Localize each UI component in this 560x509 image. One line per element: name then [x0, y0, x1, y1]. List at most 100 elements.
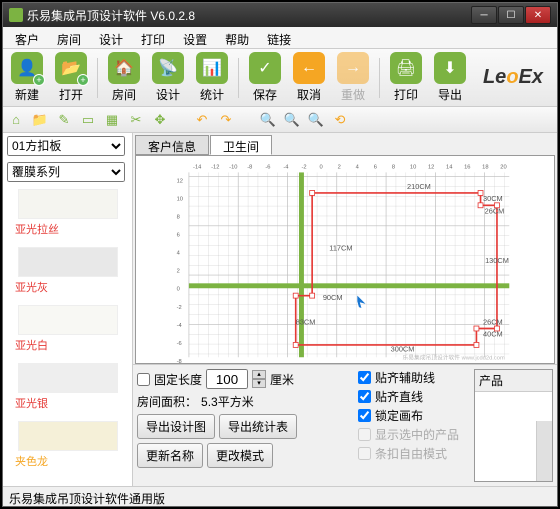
menu-设置[interactable]: 设置 [175, 29, 215, 46]
svg-text:30CM: 30CM [483, 194, 503, 203]
svg-text:-2: -2 [301, 164, 306, 170]
svg-text:-6: -6 [177, 341, 182, 347]
swatch-list: 亚光拉丝亚光灰亚光白亚光银夹色龙 [3, 185, 132, 486]
statusbar: 乐易集成吊顶设计软件通用版 [3, 486, 557, 506]
menu-打印[interactable]: 打印 [133, 29, 173, 46]
open-icon[interactable]: 📁 [31, 111, 49, 129]
zoom-out-icon[interactable]: 🔍 [283, 111, 301, 129]
menu-链接[interactable]: 链接 [259, 29, 299, 46]
undo-icon[interactable]: ↶ [193, 111, 211, 129]
draw-icon[interactable]: ✎ [55, 111, 73, 129]
swatch-item[interactable]: 亚光银 [3, 359, 132, 417]
product-header: 产品 [475, 370, 552, 392]
room-button[interactable]: 🏠房间 [104, 50, 144, 105]
svg-text:2: 2 [177, 269, 180, 275]
tab-customer[interactable]: 客户信息 [135, 135, 209, 155]
new-button[interactable]: 👤+新建 [7, 50, 47, 105]
svg-text:300CM: 300CM [391, 345, 415, 354]
menu-房间[interactable]: 房间 [49, 29, 89, 46]
export-plan-button[interactable]: 导出设计图 [137, 414, 215, 439]
print-button[interactable]: 🖨打印 [386, 50, 426, 105]
svg-text:-14: -14 [193, 164, 202, 170]
rect-icon[interactable]: ▭ [79, 111, 97, 129]
menu-帮助[interactable]: 帮助 [217, 29, 257, 46]
redo-button[interactable]: →重做 [333, 50, 373, 105]
content-area: 01方扣板 覆膜系列 亚光拉丝亚光灰亚光白亚光银夹色龙 客户信息 卫生间 -14… [3, 133, 557, 486]
swatch-item[interactable]: 亚光白 [3, 301, 132, 359]
secondary-toolbar: ⌂ 📁 ✎ ▭ ▦ ✂ ✥ ↶ ↷ 🔍 🔍 🔍 ⟲ [3, 107, 557, 133]
lock-canvas-checkbox[interactable] [358, 409, 371, 422]
minimize-button[interactable]: ─ [471, 6, 497, 24]
export-stats-button[interactable]: 导出统计表 [219, 414, 297, 439]
area-value: 5.3平方米 [201, 393, 254, 410]
menu-客户[interactable]: 客户 [7, 29, 47, 46]
svg-text:20: 20 [500, 164, 506, 170]
svg-text:4: 4 [177, 251, 181, 257]
svg-text:-8: -8 [247, 164, 252, 170]
home-icon[interactable]: ⌂ [7, 111, 25, 129]
strip-free-checkbox [358, 447, 371, 460]
svg-text:-12: -12 [211, 164, 219, 170]
svg-text:-4: -4 [283, 164, 289, 170]
grid-icon[interactable]: ▦ [103, 111, 121, 129]
product-panel: 产品 [474, 369, 553, 482]
svg-text:90CM: 90CM [323, 293, 343, 302]
svg-text:-6: -6 [265, 164, 270, 170]
menubar: 客户房间设计打印设置帮助链接 [3, 27, 557, 49]
canvas[interactable]: -14-12-10-8-6-4-202468101214161820121086… [135, 155, 555, 364]
window-title: 乐易集成吊顶设计软件 V6.0.2.8 [27, 7, 195, 24]
show-selected-checkbox [358, 428, 371, 441]
close-button[interactable]: ✕ [525, 6, 551, 24]
main-toolbar: 👤+新建📂+打开🏠房间📡设计📊统计✓保存←取消→重做🖨打印⬇导出LeoEx [3, 49, 557, 107]
unit-label: 厘米 [270, 371, 294, 388]
length-spinner[interactable]: ▴▾ [252, 370, 266, 388]
scissors-icon[interactable]: ✂ [127, 111, 145, 129]
cancel-button[interactable]: ←取消 [289, 50, 329, 105]
titlebar[interactable]: 乐易集成吊顶设计软件 V6.0.2.8 ─ ☐ ✕ [3, 3, 557, 27]
svg-text:130CM: 130CM [485, 256, 509, 265]
svg-text:210CM: 210CM [407, 182, 431, 191]
export-button[interactable]: ⬇导出 [430, 50, 470, 105]
change-mode-button[interactable]: 更改模式 [207, 443, 273, 468]
fixed-length-checkbox[interactable] [137, 373, 150, 386]
svg-text:12: 12 [428, 164, 434, 170]
svg-text:12: 12 [177, 178, 183, 184]
svg-text:6: 6 [177, 233, 180, 239]
stats-button[interactable]: 📊统计 [192, 50, 232, 105]
zoom-fit-icon[interactable]: 🔍 [307, 111, 325, 129]
category2-select[interactable]: 覆膜系列 [7, 162, 125, 182]
svg-text:0: 0 [320, 164, 323, 170]
main-window: 乐易集成吊顶设计软件 V6.0.2.8 ─ ☐ ✕ 客户房间设计打印设置帮助链接… [2, 2, 558, 507]
save-button[interactable]: ✓保存 [245, 50, 285, 105]
app-icon [9, 8, 23, 22]
snap-aux-checkbox[interactable] [358, 371, 371, 384]
svg-text:乐易集成吊顶设计软件 www.jcdd2d.com: 乐易集成吊顶设计软件 www.jcdd2d.com [403, 354, 505, 362]
snap-line-checkbox[interactable] [358, 390, 371, 403]
refresh-icon[interactable]: ⟲ [331, 111, 349, 129]
menu-设计[interactable]: 设计 [91, 29, 131, 46]
fixed-length-input[interactable] [206, 369, 248, 389]
open-button[interactable]: 📂+打开 [51, 50, 91, 105]
move-icon[interactable]: ✥ [151, 111, 169, 129]
panel-dimensions: 固定长度 ▴▾ 厘米 房间面积： 5.3平方米 导出设计图 导出统计表 更 [137, 369, 352, 482]
swatch-item[interactable]: 亚光灰 [3, 243, 132, 301]
maximize-button[interactable]: ☐ [498, 6, 524, 24]
scrollbar[interactable] [536, 421, 552, 481]
svg-text:6: 6 [374, 164, 377, 170]
category1-select[interactable]: 01方扣板 [7, 136, 125, 156]
sidebar: 01方扣板 覆膜系列 亚光拉丝亚光灰亚光白亚光银夹色龙 [3, 133, 133, 486]
swatch-item[interactable]: 夹色龙 [3, 417, 132, 475]
zoom-in-icon[interactable]: 🔍 [259, 111, 277, 129]
redo-icon[interactable]: ↷ [217, 111, 235, 129]
svg-text:8: 8 [392, 164, 395, 170]
update-name-button[interactable]: 更新名称 [137, 443, 203, 468]
svg-text:-2: -2 [177, 305, 182, 311]
svg-text:117CM: 117CM [329, 243, 352, 252]
design-button[interactable]: 📡设计 [148, 50, 188, 105]
panel-options: 贴齐辅助线 贴齐直线 锁定画布 显示选中的产品 条扣自由模式 [358, 369, 468, 482]
tab-bathroom[interactable]: 卫生间 [210, 135, 272, 155]
svg-text:4: 4 [356, 164, 360, 170]
area-label: 房间面积： [137, 393, 197, 410]
swatch-item[interactable]: 亚光拉丝 [3, 185, 132, 243]
svg-text:26CM: 26CM [485, 207, 505, 216]
